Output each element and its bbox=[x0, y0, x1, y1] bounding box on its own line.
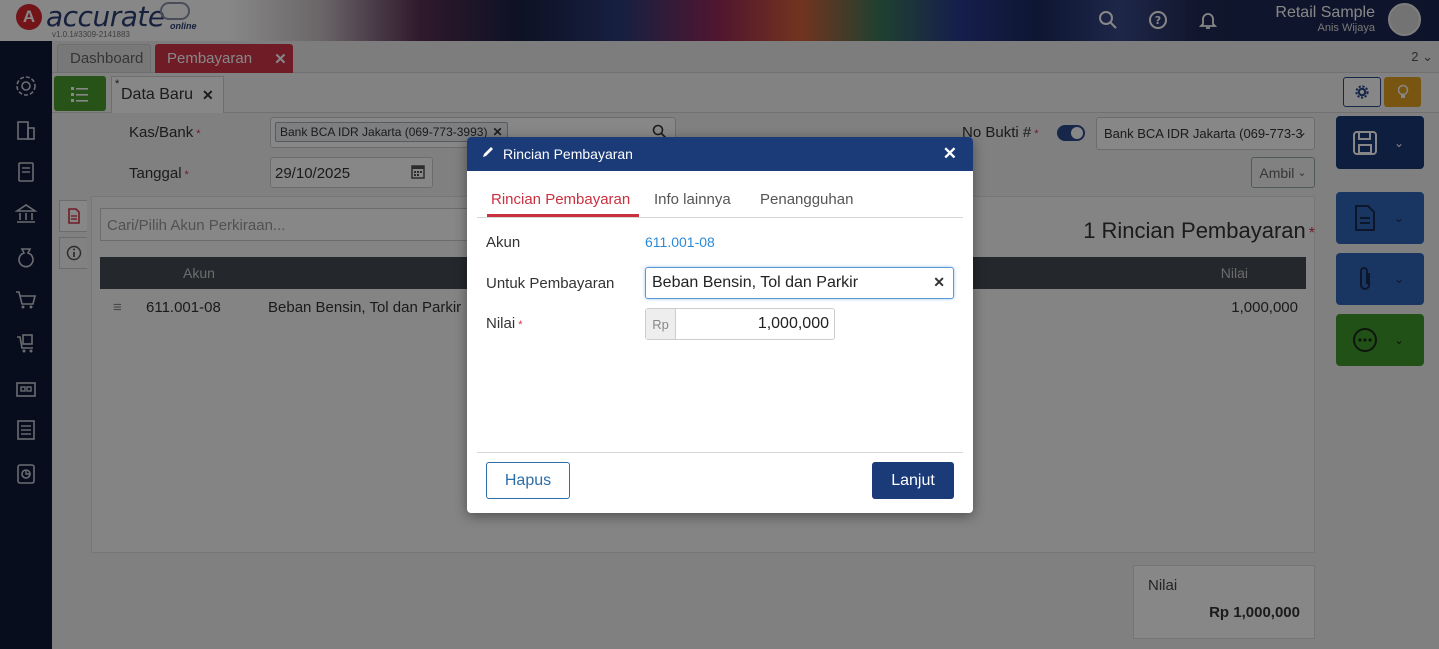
tab-info-lainnya[interactable]: Info lainnya bbox=[654, 191, 731, 208]
active-tab-indicator bbox=[487, 214, 639, 217]
rincian-pembayaran-dialog: Rincian Pembayaran ✕ Rincian Pembayaran … bbox=[467, 137, 973, 513]
dialog-title: Rincian Pembayaran bbox=[503, 146, 633, 162]
close-icon[interactable]: ✕ bbox=[943, 144, 957, 164]
currency-prefix: Rp bbox=[646, 309, 676, 339]
untuk-pembayaran-value: Beban Bensin, Tol dan Parkir bbox=[652, 274, 859, 291]
dialog-header: Rincian Pembayaran ✕ bbox=[467, 137, 973, 171]
akun-link[interactable]: 611.001-08 bbox=[645, 234, 715, 250]
akun-label: Akun bbox=[486, 234, 521, 251]
nilai-label: Nilai * bbox=[486, 315, 523, 332]
dialog-tabs: Rincian Pembayaran Info lainnya Penanggu… bbox=[477, 185, 963, 218]
nilai-value: 1,000,000 bbox=[757, 315, 829, 332]
tab-rincian-pembayaran[interactable]: Rincian Pembayaran bbox=[491, 191, 630, 208]
untuk-pembayaran-input[interactable]: Beban Bensin, Tol dan Parkir ✕ bbox=[645, 267, 954, 299]
hapus-button[interactable]: Hapus bbox=[486, 462, 570, 499]
nilai-input[interactable]: Rp 1,000,000 bbox=[645, 308, 835, 340]
lanjut-button[interactable]: Lanjut bbox=[872, 462, 954, 499]
untuk-pembayaran-label: Untuk Pembayaran bbox=[486, 275, 615, 292]
dialog-footer-divider bbox=[477, 452, 963, 453]
pencil-icon bbox=[481, 145, 495, 163]
tab-penangguhan[interactable]: Penangguhan bbox=[760, 191, 853, 208]
clear-icon[interactable]: ✕ bbox=[933, 274, 945, 291]
